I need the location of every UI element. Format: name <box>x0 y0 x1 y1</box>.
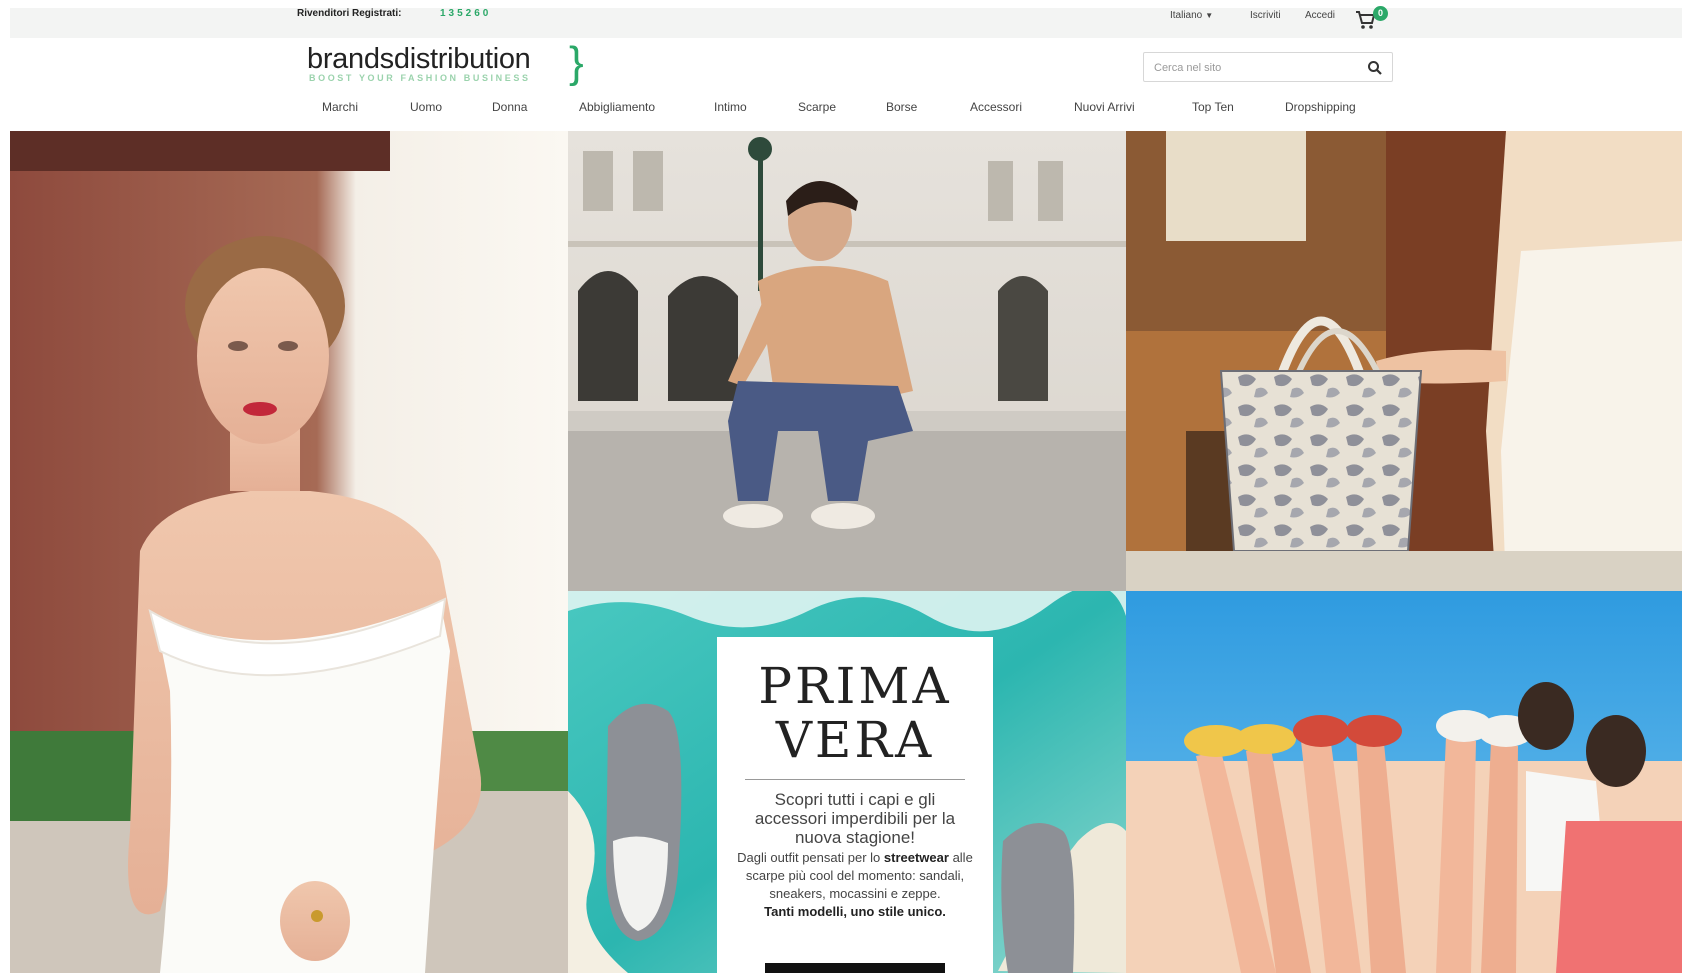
promo-lead: Scopri tutti i capi e gli accessori impe… <box>754 790 956 847</box>
promo-body: Dagli outfit pensati per lo streetwear a… <box>717 847 993 921</box>
reseller-count: 135260 <box>440 8 492 19</box>
main-navigation: Marchi Uomo Donna Abbigliamento Intimo S… <box>0 100 1693 122</box>
man-photo <box>568 131 1126 591</box>
hero-image-beach-sneakers[interactable] <box>1126 591 1682 973</box>
promo-title-line1: PRIMA <box>758 657 952 715</box>
brand-name: brandsdistribution <box>307 43 531 75</box>
nav-item-borse[interactable]: Borse <box>886 100 917 114</box>
nav-item-donna[interactable]: Donna <box>492 100 527 114</box>
promo-closing: Tanti modelli, uno stile unico. <box>764 904 946 919</box>
nav-item-intimo[interactable]: Intimo <box>714 100 747 114</box>
page: Rivenditori Registrati: 135260 Italiano ▼… <box>0 0 1693 973</box>
nav-item-nuovi-arrivi[interactable]: Nuovi Arrivi <box>1074 100 1135 114</box>
beach-photo <box>1126 591 1682 973</box>
language-selector[interactable]: Italiano ▼ <box>1170 10 1213 21</box>
hero-image-snakeskin-bag[interactable] <box>1126 131 1682 591</box>
logo-brace-icon: } <box>569 38 584 87</box>
nav-item-abbigliamento[interactable]: Abbigliamento <box>579 100 655 114</box>
hero-banner: PRIMA VERA Scopri tutti i capi e gli acc… <box>10 131 1682 973</box>
promo-body-part1: Dagli outfit pensati per lo <box>737 850 881 865</box>
search-icon[interactable] <box>1367 60 1383 76</box>
caret-down-icon: ▼ <box>1205 11 1214 20</box>
search-box <box>1143 52 1393 82</box>
woman-photo <box>10 131 568 973</box>
bag-photo <box>1126 131 1682 591</box>
nav-item-scarpe[interactable]: Scarpe <box>798 100 836 114</box>
shoe-right-icon <box>1001 823 1075 973</box>
login-link[interactable]: Accedi <box>1305 10 1335 21</box>
brand-tagline: BOOST YOUR FASHION BUSINESS <box>309 73 531 83</box>
nav-item-top-ten[interactable]: Top Ten <box>1192 100 1234 114</box>
promo-body-bold: streetwear <box>883 850 949 865</box>
promo-primavera[interactable]: PRIMA VERA Scopri tutti i capi e gli acc… <box>568 591 1126 973</box>
hero-image-man-sitting[interactable] <box>568 131 1126 591</box>
nav-item-uomo[interactable]: Uomo <box>410 100 442 114</box>
nav-item-accessori[interactable]: Accessori <box>970 100 1022 114</box>
promo-cta-button[interactable] <box>765 963 945 973</box>
language-label: Italiano <box>1170 10 1203 21</box>
hero-image-woman-white-dress[interactable] <box>10 131 568 973</box>
promo-title: PRIMA VERA <box>717 659 993 767</box>
top-utility-bar <box>10 8 1682 38</box>
search-input[interactable] <box>1154 59 1354 77</box>
nav-item-dropshipping[interactable]: Dropshipping <box>1285 100 1356 114</box>
nav-item-marchi[interactable]: Marchi <box>322 100 358 114</box>
cart-count-badge: 0 <box>1373 6 1388 21</box>
brand-logo[interactable]: brandsdistribution } BOOST YOUR FASHION … <box>307 38 584 87</box>
register-link[interactable]: Iscriviti <box>1250 10 1281 21</box>
reseller-label: Rivenditori Registrati: <box>297 8 402 19</box>
promo-divider <box>745 779 965 780</box>
promo-title-line2: VERA <box>775 711 935 769</box>
cart-button[interactable]: 0 <box>1355 4 1391 30</box>
promo-card: PRIMA VERA Scopri tutti i capi e gli acc… <box>717 637 993 973</box>
